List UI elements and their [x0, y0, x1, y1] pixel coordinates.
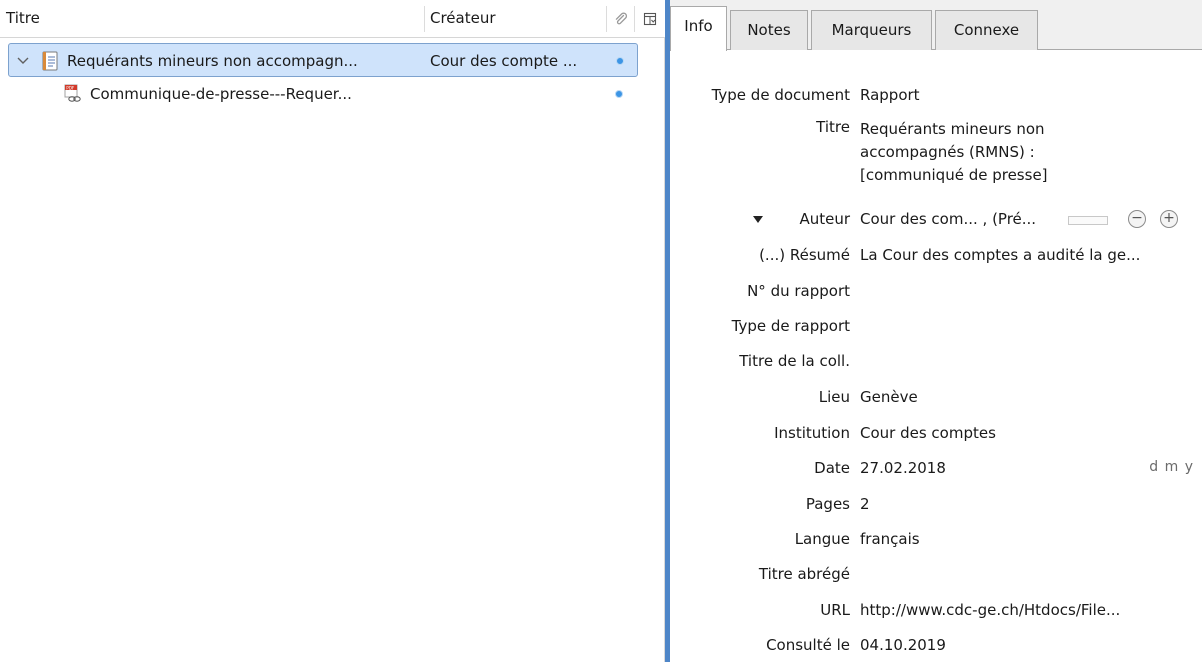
pages-value[interactable]: 2	[860, 495, 1190, 513]
field-label: N° du rapport	[747, 282, 850, 300]
item-creator: Cour des compte ...	[430, 52, 578, 70]
unread-dot-icon	[615, 90, 623, 98]
language-value[interactable]: français	[860, 530, 1190, 548]
item-details-pane: Info Notes Marqueurs Connexe Type de doc…	[670, 0, 1202, 662]
tab-info[interactable]: Info	[670, 6, 727, 51]
field-label: Titre abrégé	[758, 565, 850, 583]
institution-value[interactable]: Cour des comptes	[860, 424, 1190, 442]
chevron-down-icon[interactable]	[15, 52, 31, 68]
column-separator[interactable]	[424, 6, 425, 32]
date-value[interactable]: 27.02.2018	[860, 459, 1060, 477]
plus-icon[interactable]: +	[1160, 210, 1178, 228]
tab-bar: Info Notes Marqueurs Connexe	[670, 0, 1202, 51]
accessed-value[interactable]: 04.10.2019	[860, 636, 1190, 654]
column-separator[interactable]	[606, 6, 607, 32]
abstract-value[interactable]: La Cour des comptes a audité la ge...	[860, 246, 1190, 264]
field-label: Auteur	[799, 210, 850, 228]
field-label: Lieu	[818, 388, 850, 406]
tab-tags[interactable]: Marqueurs	[811, 10, 932, 50]
column-creator-header[interactable]: Créateur	[430, 0, 496, 37]
item-row-attachment[interactable]: PDF Communique-de-presse---Requer...	[8, 77, 638, 111]
field-label[interactable]: (...) Résumé	[759, 246, 850, 264]
column-header: Titre Créateur	[0, 0, 665, 38]
item-row-report[interactable]: Requérants mineurs non accompagn... Cour…	[8, 43, 638, 77]
author-value[interactable]: Cour des com... , (Pré...	[860, 210, 1045, 228]
column-title-header[interactable]: Titre	[6, 0, 40, 37]
svg-text:PDF: PDF	[66, 85, 75, 90]
unread-dot-icon	[616, 57, 624, 65]
creator-type-menu-icon[interactable]	[752, 215, 764, 225]
field-label[interactable]: URL	[820, 601, 850, 619]
field-label: Date	[814, 459, 850, 477]
item-title: Communique-de-presse---Requer...	[90, 85, 352, 103]
date-format-hint: d m y	[1149, 459, 1194, 475]
item-title: Requérants mineurs non accompagn...	[67, 52, 358, 70]
column-separator[interactable]	[634, 6, 635, 32]
field-label: Type de document	[711, 86, 850, 104]
field-label: Titre	[816, 118, 850, 136]
column-picker-icon[interactable]	[643, 12, 657, 26]
field-label: Titre de la coll.	[739, 352, 850, 370]
field-label: Consulté le	[766, 636, 850, 654]
title-value[interactable]: Requérants mineurs non accompagnés (RMNS…	[860, 118, 1110, 187]
field-label: Type de rapport	[731, 317, 850, 335]
report-icon	[42, 51, 58, 71]
url-value[interactable]: http://www.cdc-ge.ch/Htdocs/File...	[860, 601, 1190, 619]
paperclip-icon[interactable]	[614, 12, 628, 26]
tab-notes[interactable]: Notes	[730, 10, 808, 50]
field-label: Langue	[794, 530, 850, 548]
author-mode-switch[interactable]	[1068, 216, 1108, 225]
field-label: Pages	[805, 495, 850, 513]
item-type-select[interactable]: Rapport	[860, 86, 1190, 104]
field-label: Institution	[774, 424, 850, 442]
minus-icon[interactable]: −	[1128, 210, 1146, 228]
items-pane: Titre Créateur Requérants mineurs non ac…	[0, 0, 665, 662]
pdf-link-icon: PDF	[64, 84, 81, 102]
place-value[interactable]: Genève	[860, 388, 1190, 406]
tab-related[interactable]: Connexe	[935, 10, 1038, 50]
